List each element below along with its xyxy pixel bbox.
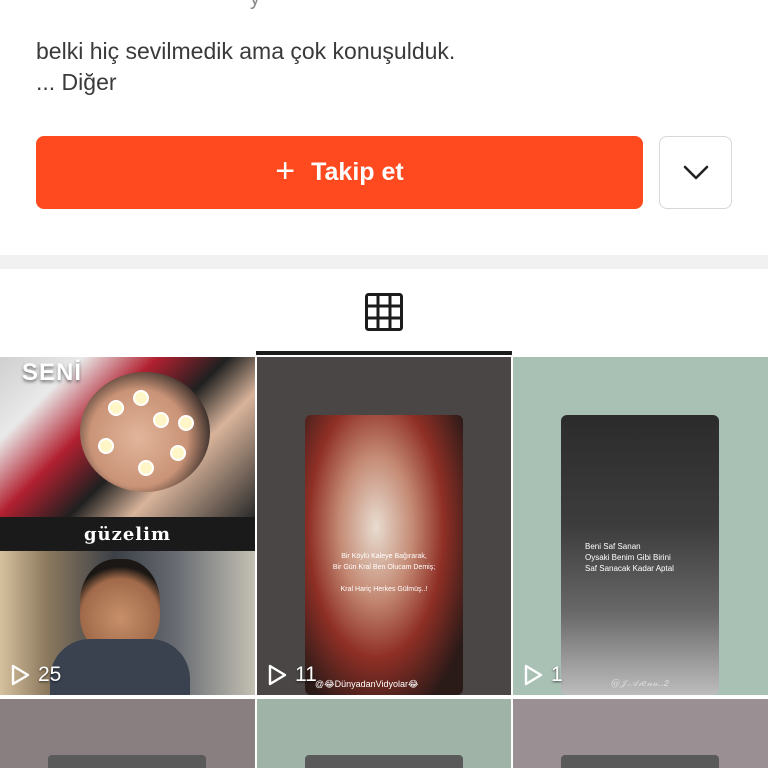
follow-button[interactable]: + Takip et (36, 136, 643, 209)
thumbnail-image (561, 755, 719, 768)
bio-more-link[interactable]: ... Diğer (36, 67, 736, 98)
plus-icon: + (275, 152, 296, 190)
watermark-text: @𝒥.𝒜𝓇𝑒𝓃𝓃..𝟤 (611, 679, 669, 689)
play-icon (268, 664, 287, 686)
face-image (80, 372, 210, 492)
thumbnail-image: Beni Saf Sanan Oysaki Benim Gibi Birini … (561, 415, 719, 695)
video-thumbnail-3[interactable]: Beni Saf Sanan Oysaki Benim Gibi Birini … (513, 357, 768, 695)
thumbnail-image: Bir Köylü Kaleye Bağırarak, Bir Gün Kral… (305, 415, 463, 695)
tab-videos-grid[interactable] (256, 269, 512, 355)
chevron-down-icon (683, 165, 708, 179)
thumbnail-image (48, 755, 206, 768)
overlay-text-mid: güzelim (83, 523, 172, 545)
video-grid: SENİ güzelim 25 Bir Köylü Kaleye Bağırar… (0, 357, 768, 768)
caption-line: Oysaki Benim Gibi Birini (585, 553, 671, 562)
profile-bio: belki hiç sevilmedik ama çok konuşulduk.… (36, 36, 736, 98)
bio-text: belki hiç sevilmedik ama çok konuşulduk. (36, 38, 456, 64)
play-icon (524, 664, 543, 686)
suggestions-dropdown-button[interactable] (659, 136, 732, 209)
thumbnail-image: SENİ (0, 357, 255, 517)
active-tab-indicator (256, 351, 512, 355)
caption-line: Kral Hariç Herkes Gülmüş..! (340, 586, 428, 593)
video-thumbnail-5[interactable] (257, 699, 511, 768)
video-thumbnail-2[interactable]: Bir Köylü Kaleye Bağırarak, Bir Gün Kral… (257, 357, 511, 695)
play-count: 1 (523, 663, 563, 687)
follow-button-label: Takip et (311, 158, 404, 186)
section-separator (0, 255, 768, 269)
play-count: 25 (10, 663, 61, 687)
grid-icon (365, 293, 403, 331)
video-thumbnail-1[interactable]: SENİ güzelim 25 (0, 357, 255, 695)
profile-tab-bar (0, 269, 768, 355)
caption-line: Saf Sanacak Kadar Aptal (585, 564, 674, 573)
video-thumbnail-4[interactable] (0, 699, 255, 768)
overlay-text-top: SENİ (22, 359, 83, 386)
caption-line: Bir Gün Kral Ben Olucam Demiş; (332, 564, 436, 571)
truncated-text: y (0, 0, 768, 10)
play-count: 11 (267, 663, 317, 687)
overlay-band: güzelim (0, 517, 255, 551)
play-icon (11, 664, 30, 686)
thumbnail-image (305, 755, 463, 768)
caption-line: Beni Saf Sanan (585, 542, 641, 551)
caption-line: Bir Köylü Kaleye Bağırarak, (341, 553, 427, 560)
watermark-text: @😂DünyadanVidyolar😂 (315, 679, 419, 689)
video-thumbnail-6[interactable] (513, 699, 768, 768)
